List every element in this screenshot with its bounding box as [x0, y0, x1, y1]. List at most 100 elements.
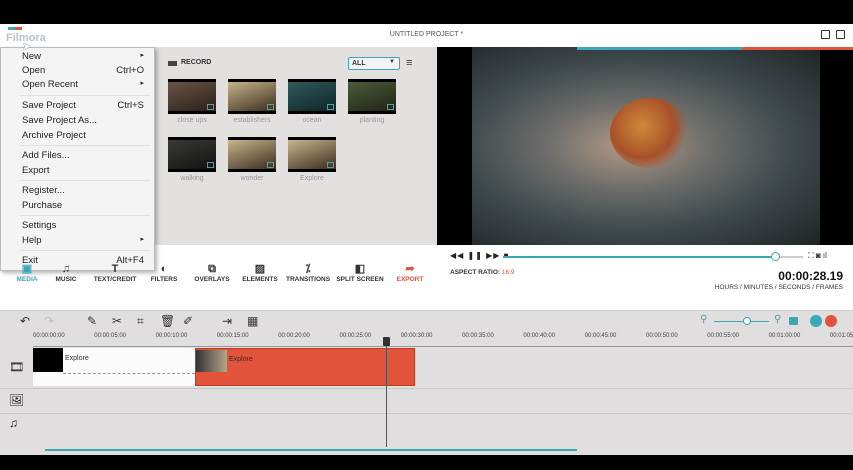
tool-label: TRANSITIONS	[285, 276, 331, 283]
menu-separator	[20, 215, 150, 216]
marker-button[interactable]	[825, 315, 837, 327]
shortcut: Alt+F4	[116, 255, 144, 266]
menu-item-label: Settings	[22, 220, 57, 231]
voiceover-button[interactable]	[810, 315, 822, 327]
menu-item-export[interactable]: Export	[22, 165, 144, 179]
menu-item-settings[interactable]: Settings	[22, 220, 144, 234]
menu-item-label: Add Files...	[22, 150, 70, 161]
video-badge-icon	[327, 104, 334, 110]
menu-separator	[20, 145, 150, 146]
video-badge-icon	[387, 104, 394, 110]
zoom-slider-handle[interactable]	[743, 317, 751, 325]
image-track-icon: 🖼	[9, 393, 25, 407]
media-thumbnail[interactable]	[168, 137, 216, 172]
seek-bar[interactable]	[503, 256, 803, 258]
menu-item-label: Save Project	[22, 100, 76, 111]
timeline-clip[interactable]: Explore	[33, 348, 195, 386]
shortcut: Ctrl+O	[116, 65, 144, 76]
timeline-tool[interactable]: ↷	[44, 314, 54, 328]
menu-item-label: New	[22, 51, 42, 62]
menu-item-save-project[interactable]: Save Project Ctrl+S	[22, 100, 144, 114]
save-icon[interactable]	[821, 30, 830, 39]
chevron-down-icon: ▼	[389, 59, 395, 65]
menu-item-label: Register...	[22, 185, 65, 196]
zoom-in-icon[interactable]: ⚲	[774, 314, 781, 325]
seek-bar-remaining[interactable]	[776, 256, 803, 258]
fullscreen-snapshot-volume-icons[interactable]: ⛶ ◙ ıl	[808, 251, 827, 261]
thumbnail-label: close ups	[177, 117, 207, 124]
ruler-label: 00:00:50:00	[646, 333, 678, 339]
list-view-icon[interactable]: ≡	[406, 58, 412, 69]
submenu-arrow-icon: ▸	[140, 236, 144, 243]
tool-transitions[interactable]: ⁒ TRANSITIONS	[278, 262, 338, 283]
media-thumbnail[interactable]	[348, 79, 396, 114]
media-thumbnail[interactable]	[288, 137, 336, 172]
media-thumbnail[interactable]	[288, 79, 336, 114]
timeline-tool[interactable]: 🗑	[160, 314, 175, 328]
aspect-ratio[interactable]: ASPECT RATIO: 16:9	[450, 269, 515, 276]
timeline-tool[interactable]: ▦	[247, 314, 258, 328]
menu-item-purchase[interactable]: Purchase	[22, 200, 144, 214]
timeline-tool[interactable]: ✎	[87, 314, 97, 328]
video-badge-icon	[267, 162, 274, 168]
tool-label: EXPORT	[396, 276, 424, 283]
timeline-tool[interactable]: ✐	[183, 314, 193, 328]
menu-item-label: Save Project As...	[22, 115, 97, 126]
track-divider	[0, 388, 853, 389]
menu-item-new[interactable]: New ▸	[22, 51, 144, 65]
menu-item-exit[interactable]: Exit Alt+F4	[22, 255, 144, 269]
tool-label: SPLIT SCREEN	[336, 276, 384, 283]
ruler-label: 00:00:45:00	[584, 333, 617, 339]
track-divider	[0, 413, 853, 414]
ruler-label: 00:00:35:00	[462, 333, 494, 339]
timeline-tool[interactable]: ⌗	[137, 314, 144, 329]
media-thumbnail[interactable]	[228, 79, 276, 114]
ruler-label: 00:01:00:00	[768, 333, 801, 339]
menu-item-open[interactable]: Open Ctrl+O	[22, 65, 144, 79]
zoom-out-icon[interactable]: ⚲	[700, 314, 707, 325]
timeline-tool[interactable]: ⇥	[222, 314, 232, 328]
seek-handle[interactable]	[771, 252, 780, 261]
folder-label[interactable]: RECORD	[181, 59, 211, 66]
maximize-icon[interactable]	[836, 30, 845, 39]
tool-label: ELEMENTS	[242, 276, 278, 283]
zoom-slider[interactable]	[714, 321, 769, 322]
playback-buttons[interactable]: ◀◀ ❚❚ ▶▶ ■	[450, 251, 510, 260]
thumbnail-label: establishers	[233, 117, 271, 124]
tool-icon: ⁒	[305, 263, 311, 275]
menu-item-archive-project[interactable]: Archive Project	[22, 130, 144, 144]
fit-icon[interactable]	[789, 317, 798, 325]
media-filter-select[interactable]: ALL ▼	[348, 57, 400, 70]
timeline-tool[interactable]: ✂	[112, 314, 122, 328]
timeline-tool[interactable]: ↶	[20, 314, 30, 328]
timecode-label: HOURS / MINUTES / SECONDS / FRAMES	[714, 284, 843, 291]
media-thumbnail[interactable]	[168, 79, 216, 114]
timeline-ruler[interactable]: 00:00:00:00 00:00:05:00 00:00:10:00 00:00:1…	[33, 333, 853, 347]
video-badge-icon	[327, 162, 334, 168]
menu-item-register[interactable]: Register...	[22, 185, 144, 199]
menu-item-label: Help	[22, 235, 42, 246]
ruler-label: 00:00:55:00	[707, 333, 739, 339]
video-badge-icon	[267, 104, 274, 110]
menu-item-label: Export	[22, 165, 50, 176]
ruler-label: 00:00:40:00	[523, 333, 556, 339]
menu-item-help[interactable]: Help ▸	[22, 235, 144, 249]
menu-item-save-project-as[interactable]: Save Project As...	[22, 115, 144, 129]
ruler-label: 00:00:10:00	[155, 333, 188, 339]
tool-export[interactable]: ➦ EXPORT	[380, 262, 440, 283]
timeline-clip-selected[interactable]: Explore	[195, 348, 415, 386]
aspect-label: ASPECT RATIO:	[450, 269, 501, 276]
playhead-handle[interactable]	[383, 337, 391, 346]
folder-icon	[168, 61, 177, 66]
menu-item-open-recent[interactable]: Open Recent ▸	[22, 79, 144, 93]
menu-item-add-files[interactable]: Add Files...	[22, 150, 144, 164]
ruler-label: 00:00:00:00	[33, 333, 65, 339]
shortcut: Ctrl+S	[117, 100, 144, 111]
media-thumbnail[interactable]	[228, 137, 276, 172]
playhead[interactable]	[386, 337, 388, 447]
timeline-scrollbar[interactable]	[45, 449, 577, 451]
project-title: UNTITLED PROJECT *	[389, 31, 464, 38]
ruler-label: 00:00:25:00	[339, 333, 372, 339]
ruler-label: 00:00:15:00	[216, 333, 249, 339]
video-subject	[610, 98, 690, 168]
